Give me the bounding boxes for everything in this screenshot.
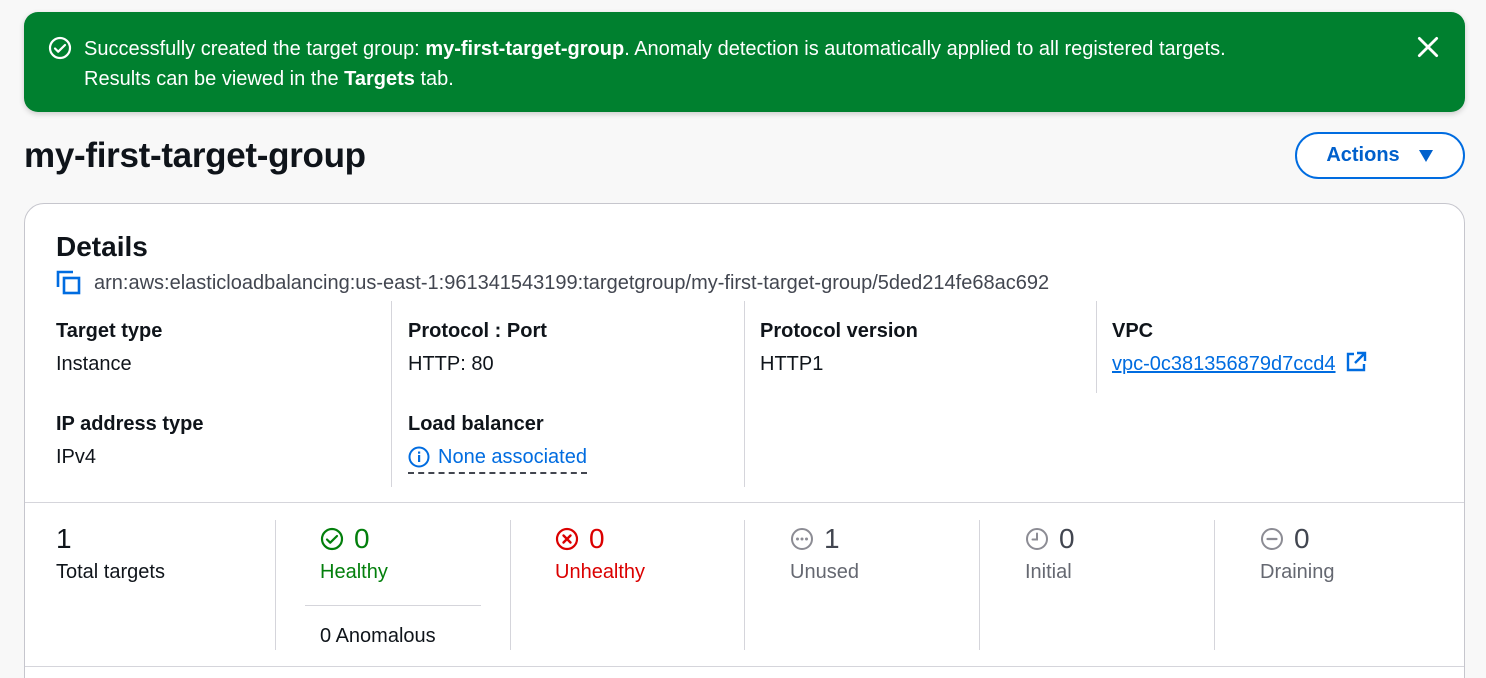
none-associated-text: None associated — [438, 446, 587, 468]
clock-circle-icon — [1026, 528, 1048, 550]
flash-line2-prefix: Results can be viewed in the — [84, 68, 345, 90]
healthy-count: 0 — [354, 523, 370, 554]
stat-draining: 0 Draining — [1260, 522, 1334, 585]
vpc-label: VPC — [1112, 320, 1154, 342]
stat-divider — [1214, 520, 1215, 650]
column-divider — [744, 301, 745, 487]
ip-address-type-value: IPv4 — [56, 446, 97, 468]
total-targets-count: 1 — [56, 523, 72, 554]
load-balancer-label: Load balancer — [408, 413, 544, 435]
check-circle-icon — [320, 527, 344, 551]
success-flash-banner: Successfully created the target group: m… — [24, 12, 1465, 112]
stat-unused: 1 Unused — [790, 522, 859, 585]
page-title: my-first-target-group — [24, 136, 366, 175]
details-col-2: Protocol : Port HTTP: 80 Load balancer N… — [408, 318, 587, 475]
load-balancer-value: None associated — [408, 444, 587, 475]
success-check-icon — [48, 36, 72, 60]
unhealthy-label: Unhealthy — [555, 561, 646, 583]
flash-line2-suffix: tab. — [414, 68, 454, 90]
column-divider — [1096, 301, 1097, 393]
minus-circle-icon — [1261, 528, 1283, 550]
details-col-1: Target type Instance IP address type IPv… — [56, 318, 203, 470]
target-type-value: Instance — [56, 353, 132, 375]
stat-unhealthy: 0 Unhealthy — [555, 522, 645, 585]
flash-line1-prefix: Successfully created the target group: — [84, 38, 426, 60]
total-targets-label: Total targets — [56, 561, 165, 583]
close-icon[interactable] — [1415, 34, 1441, 60]
flash-targets-tab-ref: Targets — [344, 68, 415, 90]
draining-count: 0 — [1294, 523, 1310, 554]
anomalous-count: 0 Anomalous — [320, 625, 436, 647]
initial-count: 0 — [1059, 523, 1075, 554]
stat-divider — [979, 520, 980, 650]
stat-total-targets: 1 Total targets — [56, 522, 165, 585]
details-card: Details arn:aws:elasticloadbalancing:us-… — [24, 203, 1465, 678]
initial-label: Initial — [1025, 561, 1072, 583]
column-divider — [391, 301, 392, 487]
x-circle-icon — [555, 527, 579, 551]
details-title: Details — [56, 231, 148, 262]
section-divider — [25, 666, 1464, 667]
ip-address-type-label: IP address type — [56, 413, 204, 435]
healthy-label: Healthy — [320, 561, 388, 583]
vpc-value: vpc-0c381356879d7ccd4 — [1112, 351, 1367, 377]
external-link-icon[interactable] — [1345, 351, 1367, 373]
protocol-version-value: HTTP1 — [760, 353, 824, 375]
arn-row: arn:aws:elasticloadbalancing:us-east-1:9… — [56, 270, 1049, 296]
stat-divider — [275, 520, 276, 650]
protocol-port-value: HTTP: 80 — [408, 353, 494, 375]
stat-healthy: 0 Healthy — [320, 522, 388, 585]
flash-message: Successfully created the target group: m… — [84, 34, 1384, 94]
stat-divider — [510, 520, 511, 650]
unused-label: Unused — [790, 561, 859, 583]
stat-divider — [744, 520, 745, 650]
protocol-port-label: Protocol : Port — [408, 320, 547, 342]
caret-down-icon — [1418, 149, 1433, 162]
unused-count: 1 — [824, 523, 840, 554]
protocol-version-label: Protocol version — [760, 320, 918, 342]
target-type-label: Target type — [56, 320, 163, 342]
copy-icon[interactable] — [56, 270, 82, 296]
stat-initial: 0 Initial — [1025, 522, 1075, 585]
actions-button-label: Actions — [1326, 144, 1400, 166]
flash-target-group-name: my-first-target-group — [425, 38, 625, 60]
arn-value: arn:aws:elasticloadbalancing:us-east-1:9… — [94, 272, 1050, 294]
none-associated-popover[interactable]: None associated — [408, 444, 587, 474]
details-col-3: Protocol version HTTP1 — [760, 318, 918, 377]
info-icon — [408, 446, 430, 468]
healthy-divider — [305, 605, 481, 606]
flash-line1-suffix: . Anomaly detection is automatically app… — [624, 38, 1226, 60]
vpc-link[interactable]: vpc-0c381356879d7ccd4 — [1112, 353, 1336, 375]
unhealthy-count: 0 — [589, 523, 605, 554]
draining-label: Draining — [1260, 561, 1335, 583]
ellipsis-circle-icon — [791, 528, 813, 550]
section-divider — [25, 502, 1464, 503]
details-col-4: VPC vpc-0c381356879d7ccd4 — [1112, 318, 1367, 377]
actions-button[interactable]: Actions — [1295, 132, 1465, 179]
